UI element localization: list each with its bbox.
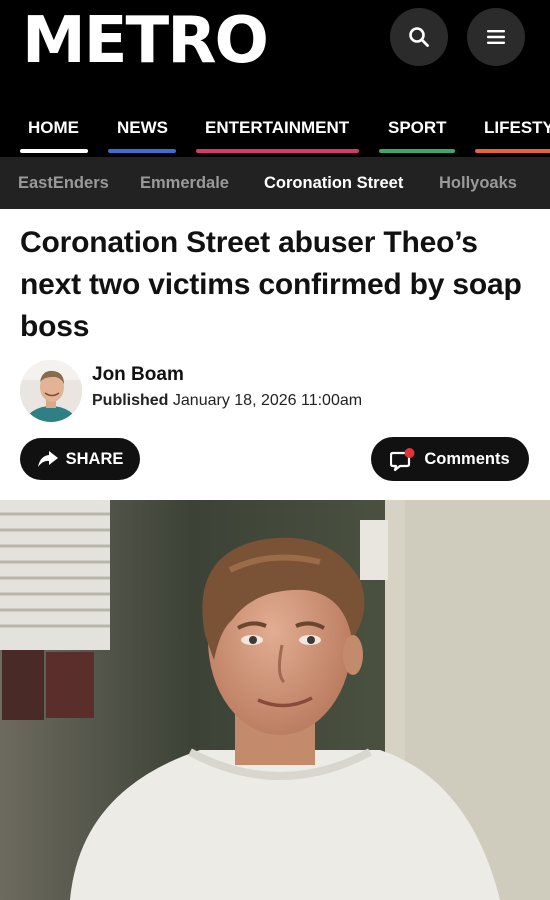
search-button[interactable] [390,8,448,66]
nav-sport-underline [379,149,455,153]
nav-sport[interactable]: SPORT [379,118,455,157]
nav-lifestyle-label: LIFESTY [484,118,550,137]
hamburger-menu-icon [487,30,505,44]
hero-photo-illustration [0,500,550,900]
nav-entertainment[interactable]: ENTERTAINMENT [196,118,359,157]
share-button[interactable]: SHARE [20,438,140,480]
section-subnavigation: EastEnders Emmerdale Coronation Street H… [0,157,550,209]
published-label: Published [92,392,169,409]
author-avatar[interactable] [20,360,82,422]
share-label: SHARE [65,449,124,468]
comment-bubble-icon [390,448,416,472]
nav-sport-label: SPORT [388,118,447,137]
nav-entertainment-underline [196,149,359,153]
comments-button[interactable]: Comments [371,437,529,481]
comments-label: Comments [424,449,510,468]
published-info: Published January 18, 2026 11:00am [92,392,362,410]
nav-news[interactable]: NEWS [108,118,176,157]
search-icon [409,27,429,47]
nav-entertainment-label: ENTERTAINMENT [205,118,350,137]
nav-news-label: NEWS [117,118,168,137]
subnav-coronation-street[interactable]: Coronation Street [264,173,403,193]
subnav-emmerdale[interactable]: Emmerdale [140,173,229,193]
article-hero-image[interactable] [0,500,550,900]
nav-lifestyle[interactable]: LIFESTY [475,118,550,157]
site-header: METRO [0,0,550,105]
author-photo [20,360,82,422]
metro-logo-mark: METRO [22,4,269,72]
nav-news-underline [108,149,176,153]
share-arrow-icon [37,451,58,467]
metro-logo[interactable]: METRO [22,4,272,72]
menu-button[interactable] [467,8,525,66]
main-navigation: HOME NEWS ENTERTAINMENT SPORT LIFESTY [0,105,550,157]
subnav-eastenders[interactable]: EastEnders [18,173,109,193]
nav-home[interactable]: HOME [20,118,88,157]
nav-home-underline [20,149,88,153]
author-name[interactable]: Jon Boam [92,364,184,386]
published-date: January 18, 2026 11:00am [172,392,363,409]
subnav-hollyoaks[interactable]: Hollyoaks [439,173,517,193]
article-headline: Coronation Street abuser Theo’s next two… [20,226,522,343]
nav-lifestyle-underline [475,149,550,153]
nav-home-label: HOME [28,118,79,137]
logo-text: METRO [22,4,267,72]
